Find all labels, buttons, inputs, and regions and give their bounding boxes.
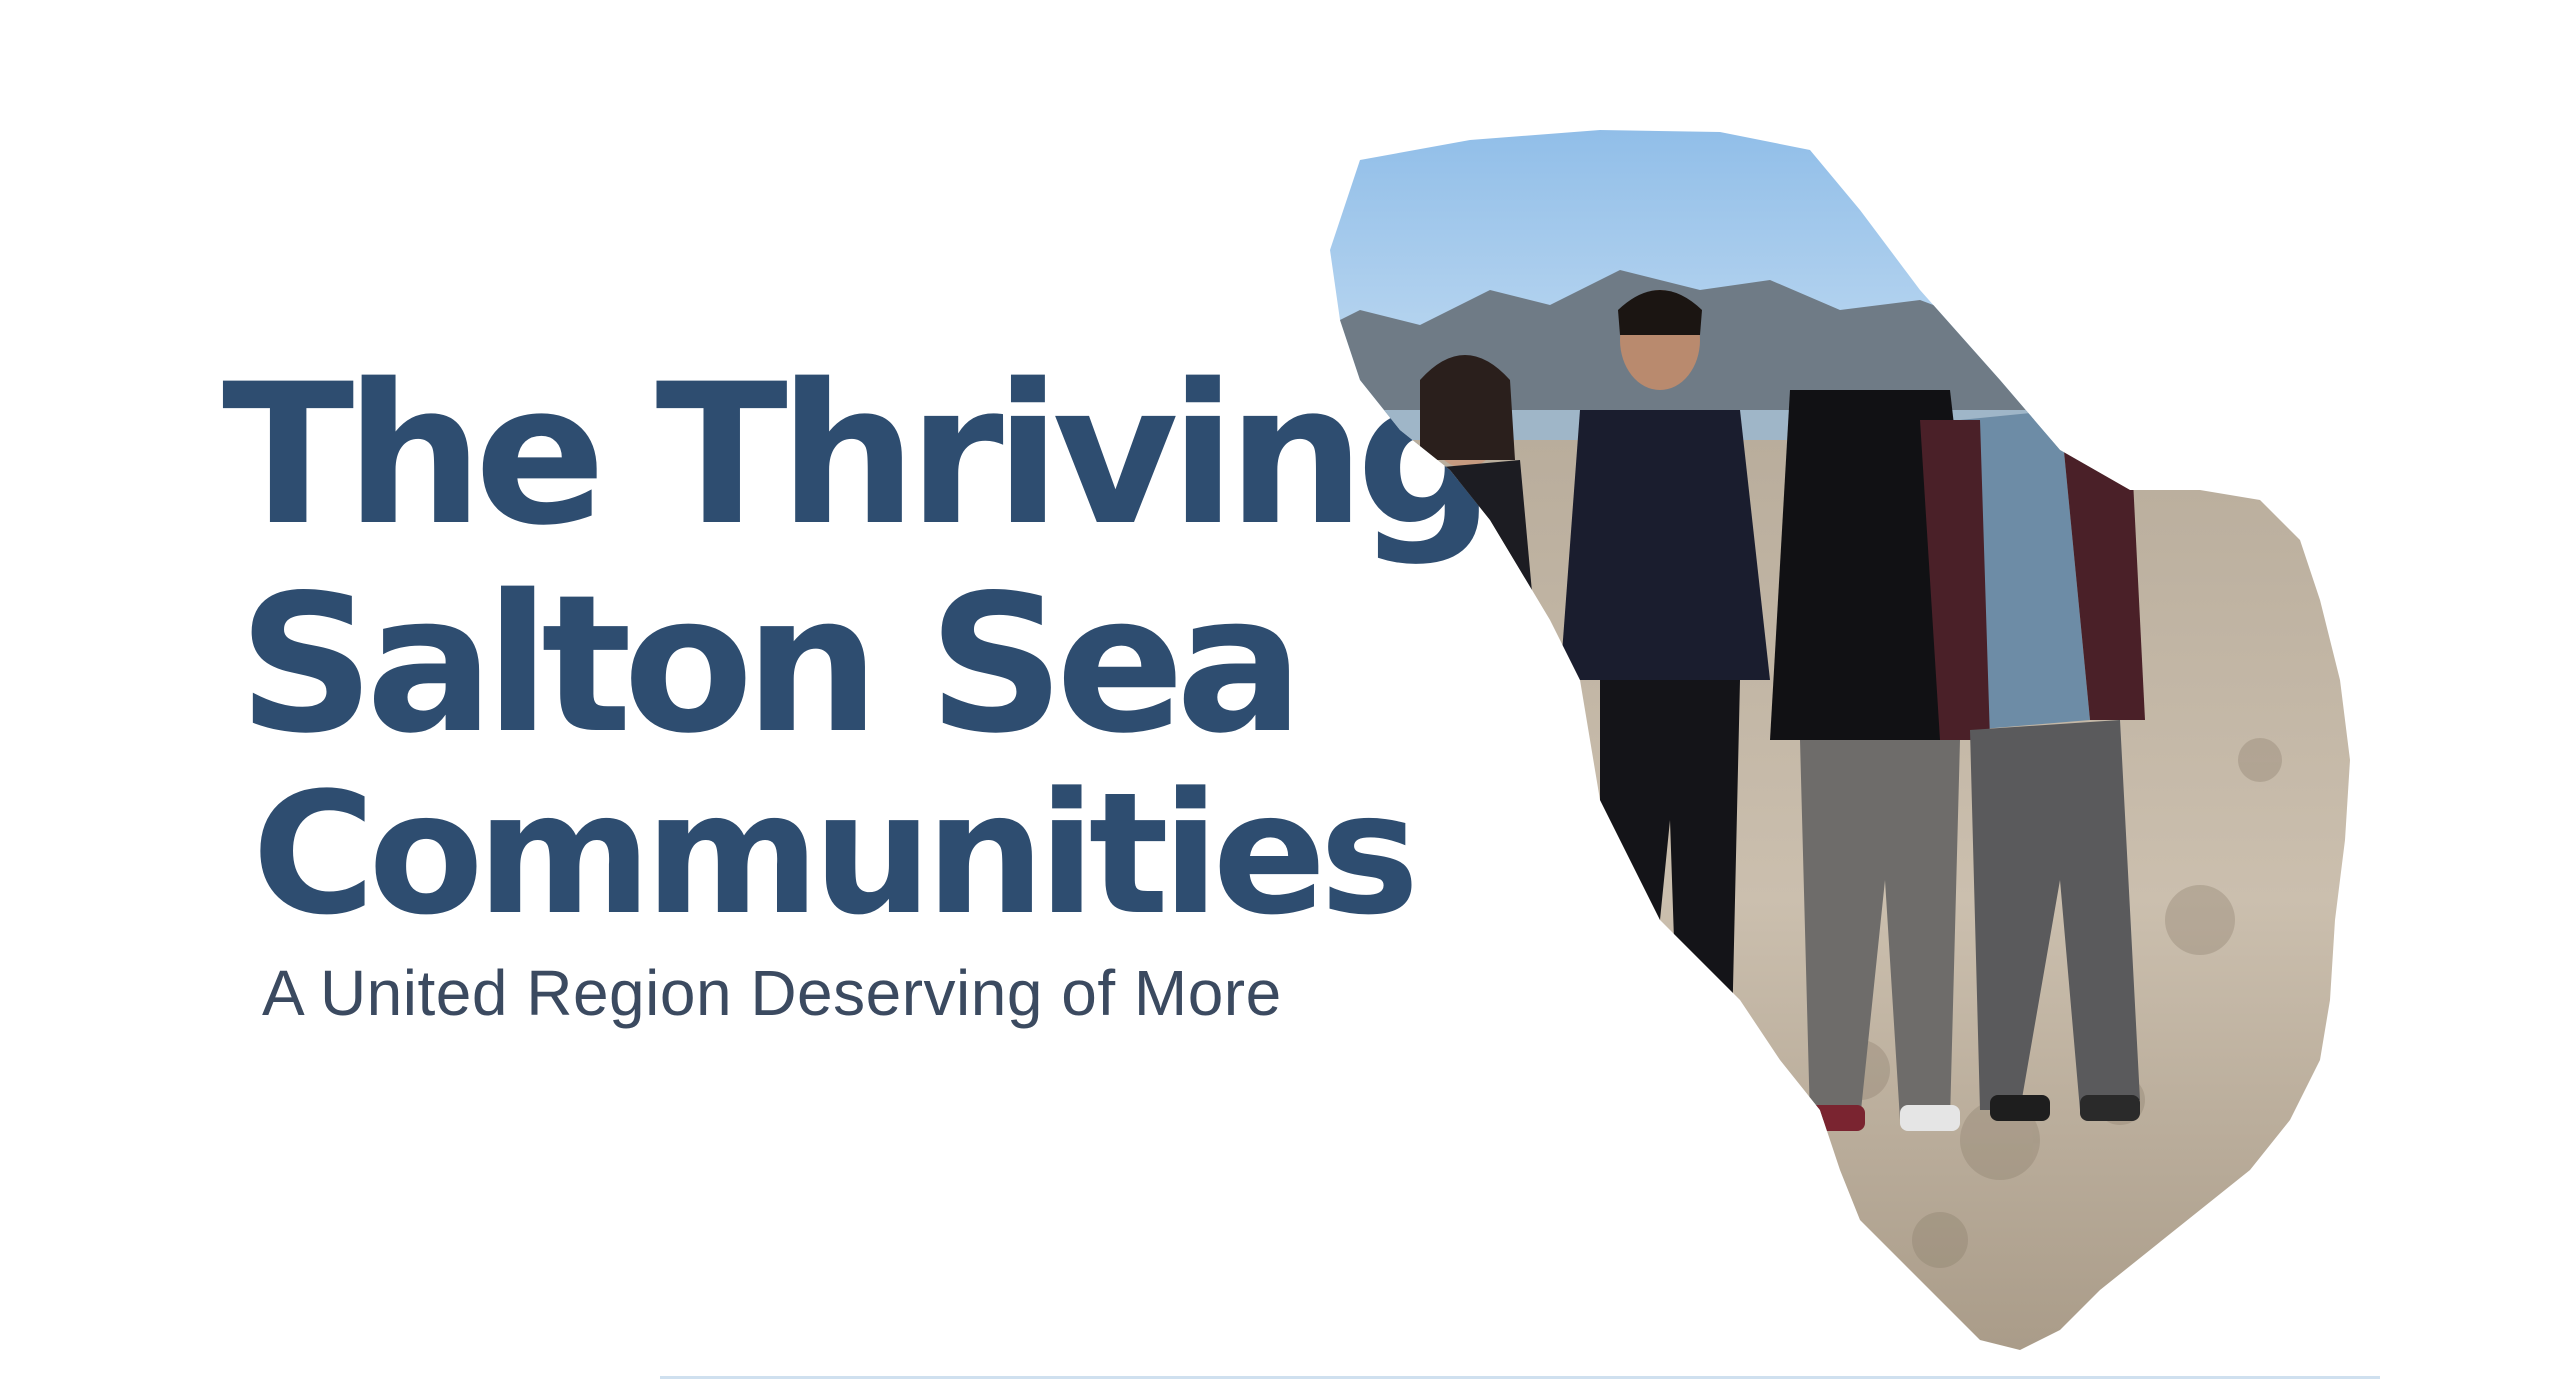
subtitle: A United Region Deserving of More: [262, 957, 1282, 1029]
title-block: The Thriving Salton Sea Communities A Un…: [0, 0, 1495, 1380]
bottom-divider: [660, 1376, 2380, 1379]
title-line-1: The Thriving: [222, 342, 1495, 568]
region-silhouette-image: [1330, 130, 2350, 1350]
region-map-photo: [1300, 120, 2380, 1360]
title-line-3: Communities: [252, 756, 1419, 952]
title-line-2: Salton Sea: [238, 554, 1304, 775]
